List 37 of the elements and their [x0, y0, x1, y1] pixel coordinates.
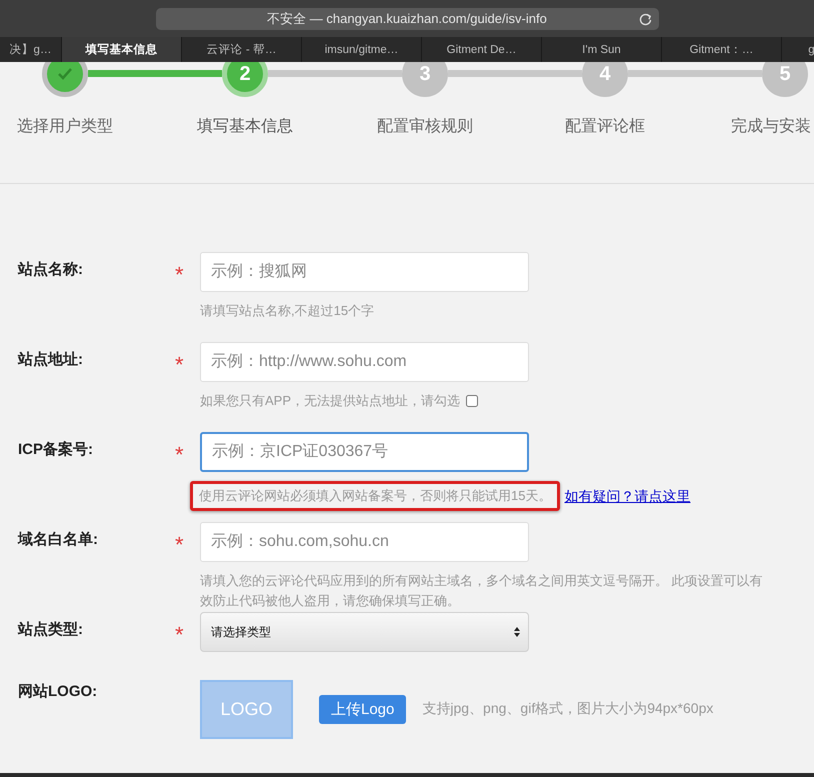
- select-arrows-icon: [514, 627, 520, 637]
- field-label: 网站LOGO:: [17, 682, 98, 702]
- field-label: 站点地址:: [16, 350, 84, 370]
- hint-text: 请填入您的云评论代码应用到的所有网站主域名，多个域名之间用英文逗号隔开。 此项设置可以有效防止代码被他人盗用，请您确保填写正确。: [200, 572, 764, 610]
- step-label: 配置审核规则: [377, 116, 473, 137]
- step-circle: 4: [582, 62, 628, 97]
- step-circle: 5: [762, 62, 808, 97]
- required-mark: *: [175, 621, 185, 649]
- step-label: 填写基本信息: [197, 116, 293, 137]
- hint-text: 支持jpg、png、gif格式，图片大小为94px*60px: [422, 700, 714, 718]
- field-label: 站点类型:: [16, 620, 84, 640]
- required-mark: *: [175, 531, 185, 559]
- step-label: 完成与安装: [731, 116, 811, 137]
- hint-text: 如果您只有APP，无法提供站点地址，请勾选: [200, 392, 460, 410]
- reload-icon[interactable]: [638, 12, 652, 26]
- browser-tab[interactable]: 填写基本信息: [62, 37, 182, 62]
- step-label: 选择用户类型: [17, 116, 113, 137]
- checkbox[interactable]: [466, 395, 478, 407]
- url-text: 不安全 — changyan.kuaizhan.com/guide/isv-info: [267, 10, 547, 28]
- required-mark: *: [175, 261, 185, 289]
- field-label: 域名白名单:: [16, 530, 99, 550]
- check-icon: [58, 68, 72, 80]
- type-select[interactable]: 请选择类型: [200, 612, 529, 652]
- step-circle: 2: [222, 62, 268, 97]
- logo-placeholder-text: LOGO: [220, 698, 272, 720]
- required-mark: *: [175, 351, 185, 379]
- text-field[interactable]: 示例：京ICP证030367号: [200, 432, 529, 472]
- required-mark: *: [175, 441, 185, 469]
- upload-logo-button[interactable]: 上传Logo: [319, 694, 406, 724]
- step-circle: 3: [402, 62, 448, 97]
- address-bar[interactable]: 不安全 — changyan.kuaizhan.com/guide/isv-info: [156, 8, 658, 30]
- hint-text: 请填写站点名称,不超过15个字: [200, 302, 374, 320]
- step-label: 配置评论框: [565, 117, 645, 137]
- field-label: 站点名称:: [16, 260, 84, 280]
- field-label: ICP备案号:: [17, 440, 94, 460]
- help-link[interactable]: 如有疑问？请点这里: [564, 486, 690, 506]
- hint-text: 使用云评论网站必须填入网站备案号，否则将只能试用15天。: [190, 481, 560, 511]
